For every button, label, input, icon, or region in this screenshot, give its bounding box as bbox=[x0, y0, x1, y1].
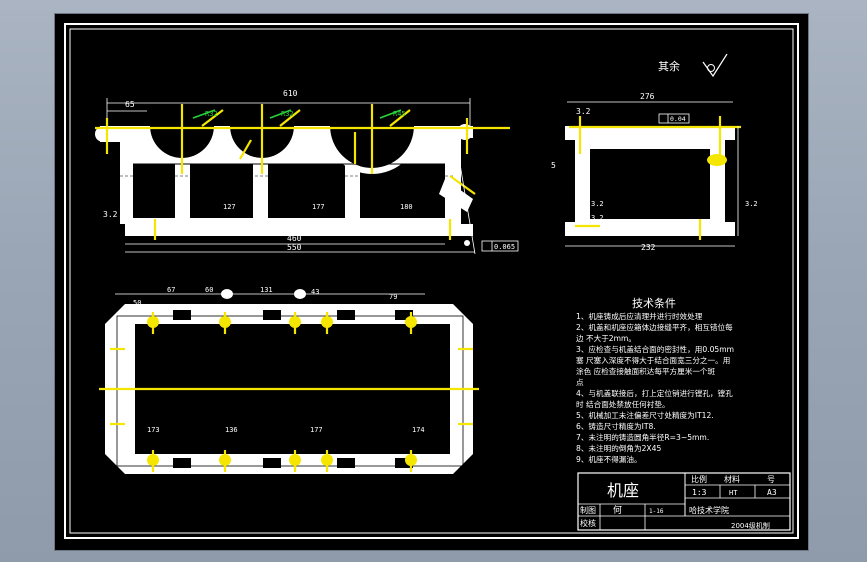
school-name: 哈技术学院 bbox=[689, 505, 729, 515]
scale-value: 1:3 bbox=[692, 488, 707, 497]
dim-610: 610 bbox=[283, 89, 298, 98]
material-value: HT bbox=[729, 489, 738, 497]
drawing-sheet: 其余 610 65 R32 R32 R45 460 550 127 177 18… bbox=[55, 14, 808, 550]
tech-line: 塞 尺塞入深度不得大于结合面宽三分之一。用 bbox=[576, 355, 730, 365]
tech-line: 涂色 应检查接触面积达每平方厘米一个斑 bbox=[576, 366, 716, 376]
roughness-3-2-side-c: 3.2 bbox=[745, 200, 758, 208]
dim-43: 43 bbox=[311, 288, 319, 296]
technical-requirements: 技术条件 1、机座铸成后应清理并进行时效处理2、机盖和机座应箱体边接缝平齐，相互… bbox=[576, 296, 734, 464]
tech-line: 8、未注明的倒角为2X45 bbox=[576, 443, 661, 453]
roughness-3-2-front: 3.2 bbox=[103, 210, 118, 219]
dim-60: 60 bbox=[205, 286, 213, 294]
tech-line: 2、机盖和机座应箱体边接缝平齐，相互错位每 bbox=[576, 322, 733, 332]
roughness-3-2-side-top: 3.2 bbox=[576, 107, 591, 116]
drawn-date: 1-16 bbox=[649, 508, 664, 515]
dim-177: 177 bbox=[312, 203, 325, 211]
sheet-value: A3 bbox=[767, 488, 777, 497]
dim-67: 67 bbox=[167, 286, 175, 294]
flatness-tolerance-frame: 0.065 bbox=[464, 240, 519, 252]
flatness-tolerance-side: 0.04 bbox=[658, 113, 690, 124]
dim-65: 65 bbox=[125, 100, 135, 109]
tech-line: 点 bbox=[576, 378, 584, 387]
front-view: 610 65 R32 R32 R45 460 550 127 177 180 3… bbox=[95, 89, 519, 255]
dim-127: 127 bbox=[223, 203, 236, 211]
tech-line: 3、应检查与机盖结合面的密封性，用0.05mm bbox=[576, 344, 734, 354]
tolerance-value-side: 0.04 bbox=[670, 115, 686, 123]
dim-79: 79 bbox=[389, 293, 397, 301]
side-view: 276 3.2 0.04 232 5 3.2 3.2 3.2 bbox=[551, 92, 758, 252]
checked-label: 校核 bbox=[580, 518, 596, 528]
roughness-circle-icon bbox=[707, 64, 715, 72]
sheet-label: 号 bbox=[767, 475, 775, 484]
dim-r32-a: R32 bbox=[205, 110, 218, 118]
tech-line: 4、与机盖联接后，打上定位销进行镗孔，镗孔 bbox=[576, 388, 733, 398]
title-footer: 2004级机制 bbox=[731, 521, 770, 530]
tech-line: 9、机座不得漏油。 bbox=[576, 454, 642, 464]
dim-173: 173 bbox=[147, 426, 160, 434]
tech-line: 1、机座铸成后应清理并进行时效处理 bbox=[576, 311, 703, 321]
dim-550: 550 bbox=[287, 243, 302, 252]
tech-title: 技术条件 bbox=[632, 296, 676, 310]
roughness-3-2-side-b: 3.2 bbox=[591, 214, 604, 222]
title-block: 机座 比例 材料 号 1:3 HT A3 制图 校核 何 1-16 哈技术学院 … bbox=[577, 472, 791, 531]
drawn-label: 制图 bbox=[580, 505, 596, 515]
drawn-name: 何 bbox=[613, 504, 622, 516]
tolerance-value-front: 0.065 bbox=[494, 243, 515, 251]
dim-276: 276 bbox=[640, 92, 655, 101]
scale-label: 比例 bbox=[691, 474, 707, 484]
dim-174: 174 bbox=[412, 426, 425, 434]
part-name: 机座 bbox=[607, 481, 639, 500]
dim-460: 460 bbox=[287, 234, 302, 243]
dim-232: 232 bbox=[641, 243, 656, 252]
material-label: 材料 bbox=[724, 474, 740, 484]
plan-view: 67 60 131 43 79 50 173 136 177 174 bbox=[99, 286, 479, 474]
tech-line: 边 不大于2mm。 bbox=[576, 333, 636, 343]
roughness-symbol-icon bbox=[702, 53, 728, 78]
cad-drawing-canvas: 其余 610 65 R32 R32 R45 460 550 127 177 18… bbox=[64, 23, 799, 539]
tech-line: 5、机械加工未注偏差尺寸处精度为IT12. bbox=[576, 410, 714, 420]
dim-177-plan: 177 bbox=[310, 426, 323, 434]
dim-5: 5 bbox=[551, 161, 556, 170]
dim-180: 180 bbox=[400, 203, 413, 211]
dim-r45: R45 bbox=[393, 110, 406, 118]
roughness-3-2-side-a: 3.2 bbox=[591, 200, 604, 208]
surface-finish-text: 其余 bbox=[658, 59, 680, 73]
surface-finish-note: 其余 bbox=[658, 53, 728, 78]
dim-131: 131 bbox=[260, 286, 273, 294]
dim-136: 136 bbox=[225, 426, 238, 434]
tech-line: 时 结合面处禁放任何衬垫。 bbox=[576, 399, 670, 409]
tech-line: 6、铸造尺寸精度为IT8. bbox=[576, 421, 656, 431]
dim-r32-b: R32 bbox=[281, 110, 294, 118]
tech-line: 7、未注明的铸造圆角半径R=3~5mm. bbox=[576, 432, 709, 442]
